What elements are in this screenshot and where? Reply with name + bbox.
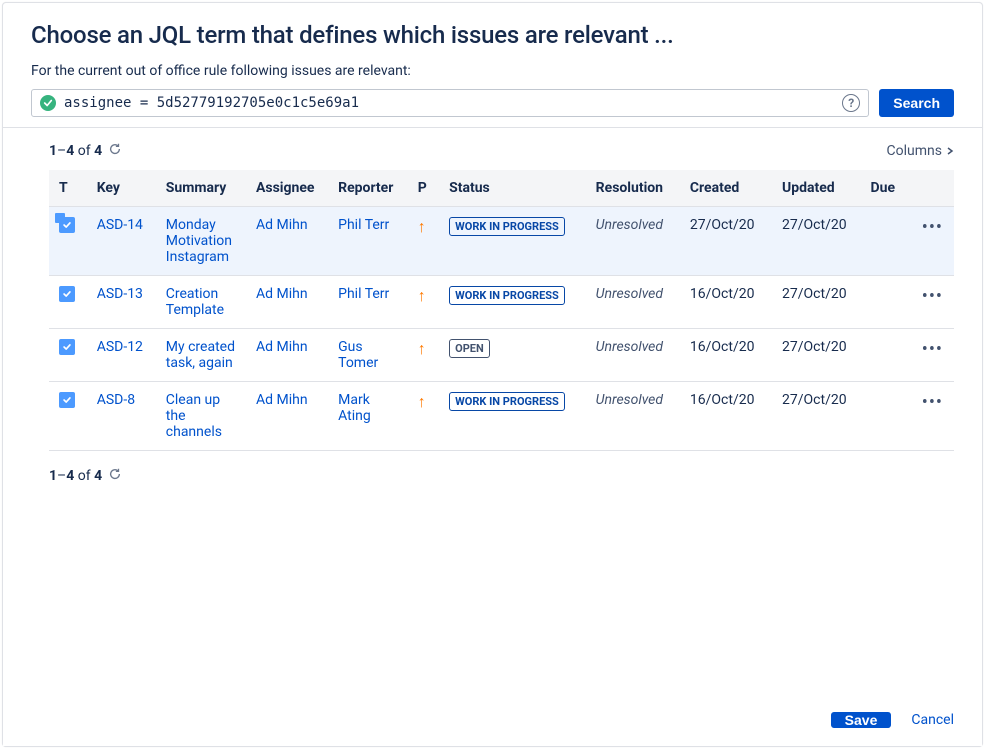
due-value	[861, 382, 911, 451]
row-actions-menu[interactable]: •••	[922, 339, 943, 360]
created-value: 16/Oct/20	[680, 382, 772, 451]
row-actions-menu[interactable]: •••	[922, 286, 943, 307]
issue-key-link[interactable]: ASD-8	[97, 392, 135, 408]
results-scroll-area[interactable]: 1–4 of 4 Columns T Key	[3, 128, 982, 698]
save-button[interactable]: Save	[831, 712, 892, 728]
updated-value: 27/Oct/20	[772, 276, 861, 329]
modal-subtitle: For the current out of office rule follo…	[3, 57, 982, 89]
row-actions-menu[interactable]: •••	[922, 392, 943, 413]
col-header-due[interactable]: Due	[861, 170, 911, 207]
table-row[interactable]: ASD-12 My created task, again Ad Mihn Gus T…	[49, 329, 954, 382]
col-header-updated[interactable]: Updated	[772, 170, 861, 207]
task-icon	[59, 392, 75, 408]
refresh-icon[interactable]	[108, 467, 122, 485]
reporter-link[interactable]: Phil Terr	[338, 286, 389, 302]
created-value: 16/Oct/20	[680, 276, 772, 329]
chevron-right-icon	[946, 147, 954, 155]
issue-summary-link[interactable]: Monday Motivation Instagram	[166, 217, 232, 265]
col-header-created[interactable]: Created	[680, 170, 772, 207]
help-icon[interactable]: ?	[842, 94, 860, 112]
subtask-icon	[59, 217, 75, 233]
issues-table: T Key Summary Assignee Reporter P Status…	[49, 170, 954, 451]
pager-of: of	[78, 143, 91, 159]
assignee-link[interactable]: Ad Mihn	[256, 339, 308, 355]
issue-summary-link[interactable]: My created task, again	[166, 339, 235, 371]
reporter-link[interactable]: Mark Ating	[338, 392, 371, 424]
due-value	[861, 329, 911, 382]
valid-check-icon	[40, 95, 56, 111]
issue-key-link[interactable]: ASD-13	[97, 286, 143, 302]
col-header-type[interactable]: T	[49, 170, 87, 207]
resolution-value: Unresolved	[596, 392, 663, 408]
pager-end: 4	[66, 143, 74, 159]
created-value: 16/Oct/20	[680, 329, 772, 382]
issue-summary-link[interactable]: Clean up the channels	[166, 392, 222, 440]
pager-bottom: 1–4 of 4	[49, 467, 954, 485]
status-lozenge[interactable]: OPEN	[449, 339, 490, 358]
created-value: 27/Oct/20	[680, 207, 772, 276]
table-row[interactable]: ASD-13 Creation Template Ad Mihn Phil Terr ↑…	[49, 276, 954, 329]
resolution-value: Unresolved	[596, 217, 663, 233]
resolution-value: Unresolved	[596, 286, 663, 302]
resolution-value: Unresolved	[596, 339, 663, 355]
search-button[interactable]: Search	[879, 89, 954, 117]
updated-value: 27/Oct/20	[772, 382, 861, 451]
pager-top: 1–4 of 4	[49, 142, 122, 160]
col-header-reporter[interactable]: Reporter	[328, 170, 408, 207]
col-header-resolution[interactable]: Resolution	[586, 170, 680, 207]
issue-key-link[interactable]: ASD-14	[97, 217, 143, 233]
priority-medium-icon: ↑	[418, 392, 426, 411]
status-lozenge[interactable]: WORK IN PROGRESS	[449, 392, 565, 411]
modal-header: Choose an JQL term that defines which is…	[3, 3, 982, 57]
issue-summary-link[interactable]: Creation Template	[166, 286, 224, 318]
pager-start: 1	[49, 143, 57, 159]
reporter-link[interactable]: Phil Terr	[338, 217, 389, 233]
search-row: ? Search	[3, 89, 982, 127]
cancel-link[interactable]: Cancel	[911, 712, 954, 728]
columns-menu-label: Columns	[887, 143, 942, 159]
table-row[interactable]: ASD-8 Clean up the channels Ad Mihn Mark At…	[49, 382, 954, 451]
assignee-link[interactable]: Ad Mihn	[256, 392, 308, 408]
issue-key-link[interactable]: ASD-12	[97, 339, 143, 355]
row-actions-menu[interactable]: •••	[922, 217, 943, 238]
priority-medium-icon: ↑	[418, 339, 426, 358]
reporter-link[interactable]: Gus Tomer	[338, 339, 378, 371]
columns-menu[interactable]: Columns	[887, 143, 954, 159]
jql-input[interactable]	[64, 95, 834, 111]
jql-input-wrap: ?	[31, 89, 869, 117]
table-header-row: T Key Summary Assignee Reporter P Status…	[49, 170, 954, 207]
col-header-priority[interactable]: P	[408, 170, 439, 207]
updated-value: 27/Oct/20	[772, 329, 861, 382]
col-header-summary[interactable]: Summary	[156, 170, 246, 207]
results-toolbar: 1–4 of 4 Columns	[49, 142, 954, 160]
due-value	[861, 207, 911, 276]
priority-medium-icon: ↑	[418, 217, 426, 236]
pager-total: 4	[94, 143, 102, 159]
col-header-status[interactable]: Status	[439, 170, 586, 207]
priority-medium-icon: ↑	[418, 286, 426, 305]
task-icon	[59, 286, 75, 302]
refresh-icon[interactable]	[108, 142, 122, 160]
assignee-link[interactable]: Ad Mihn	[256, 286, 308, 302]
task-icon	[59, 339, 75, 355]
table-row[interactable]: ASD-14 Monday Motivation Instagram Ad Mihn…	[49, 207, 954, 276]
col-header-assignee[interactable]: Assignee	[246, 170, 328, 207]
modal-dialog: Choose an JQL term that defines which is…	[2, 2, 983, 747]
updated-value: 27/Oct/20	[772, 207, 861, 276]
due-value	[861, 276, 911, 329]
assignee-link[interactable]: Ad Mihn	[256, 217, 308, 233]
modal-title: Choose an JQL term that defines which is…	[31, 21, 954, 49]
status-lozenge[interactable]: WORK IN PROGRESS	[449, 286, 565, 305]
modal-footer: Save Cancel	[3, 698, 982, 746]
status-lozenge[interactable]: WORK IN PROGRESS	[449, 217, 565, 236]
col-header-key[interactable]: Key	[87, 170, 156, 207]
